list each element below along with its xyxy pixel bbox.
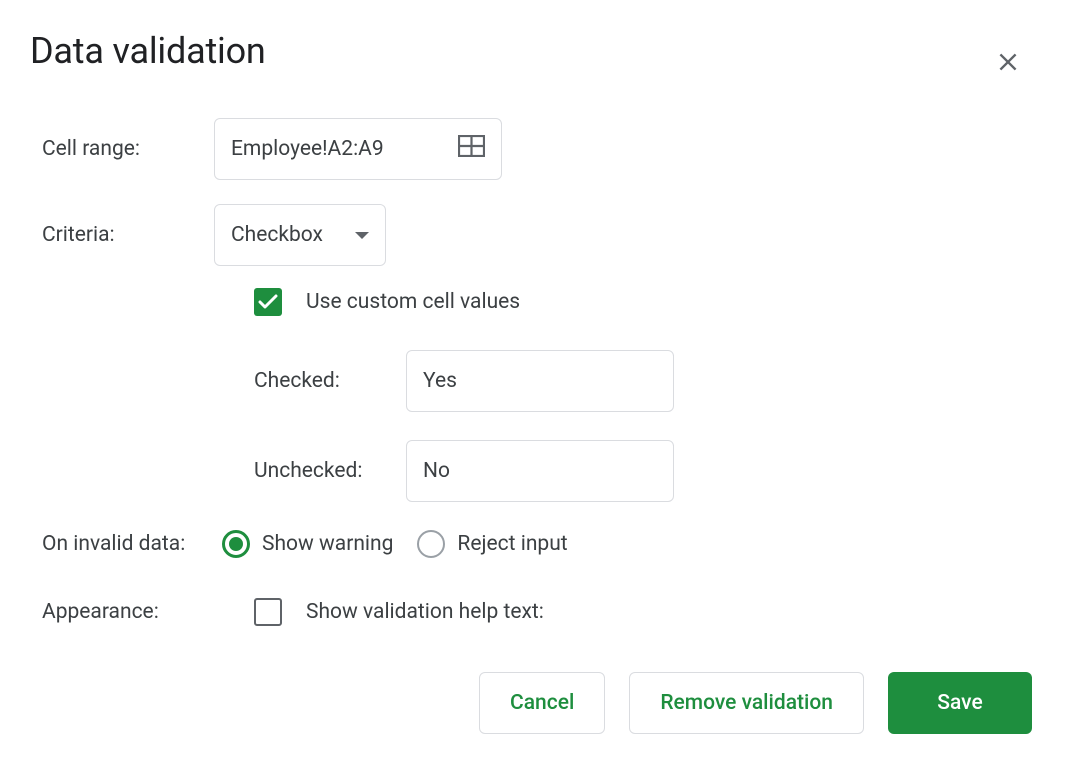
- show-help-text-checkbox[interactable]: [254, 598, 282, 626]
- cancel-button[interactable]: Cancel: [479, 672, 605, 734]
- invalid-data-radio-group: Show warning Reject input: [222, 530, 568, 558]
- invalid-data-label: On invalid data:: [30, 532, 222, 556]
- show-warning-option[interactable]: Show warning: [222, 530, 393, 558]
- checked-value-input[interactable]: [423, 369, 657, 393]
- close-button[interactable]: [994, 48, 1022, 76]
- show-warning-label: Show warning: [262, 532, 393, 556]
- data-validation-dialog: Data validation Cell range:: [0, 0, 1076, 784]
- unchecked-value-input[interactable]: [423, 459, 657, 483]
- checked-input-container: [406, 350, 674, 412]
- grid-icon: [458, 135, 485, 157]
- use-custom-values-label: Use custom cell values: [306, 290, 520, 314]
- unchecked-label: Unchecked:: [254, 459, 406, 483]
- criteria-label: Criteria:: [30, 223, 214, 247]
- save-button[interactable]: Save: [888, 672, 1032, 734]
- dialog-title: Data validation: [30, 30, 1046, 72]
- show-help-text-label: Show validation help text:: [306, 600, 544, 624]
- reject-input-option[interactable]: Reject input: [417, 530, 567, 558]
- close-icon: [995, 49, 1021, 75]
- appearance-label: Appearance:: [30, 600, 214, 624]
- criteria-value: Checkbox: [231, 223, 323, 247]
- grid-selector-button[interactable]: [458, 135, 485, 163]
- criteria-dropdown[interactable]: Checkbox: [214, 204, 386, 266]
- cell-range-input-container: [214, 118, 502, 180]
- use-custom-values-checkbox[interactable]: [254, 288, 282, 316]
- checkmark-icon: [258, 294, 278, 310]
- dropdown-arrow-icon: [355, 232, 369, 239]
- show-warning-radio: [222, 530, 250, 558]
- reject-input-radio: [417, 530, 445, 558]
- remove-validation-button[interactable]: Remove validation: [629, 672, 864, 734]
- dialog-buttons: Cancel Remove validation Save: [30, 672, 1046, 734]
- checked-label: Checked:: [254, 369, 406, 393]
- cell-range-label: Cell range:: [30, 137, 214, 161]
- cell-range-input[interactable]: [231, 137, 431, 161]
- reject-input-label: Reject input: [457, 532, 567, 556]
- unchecked-input-container: [406, 440, 674, 502]
